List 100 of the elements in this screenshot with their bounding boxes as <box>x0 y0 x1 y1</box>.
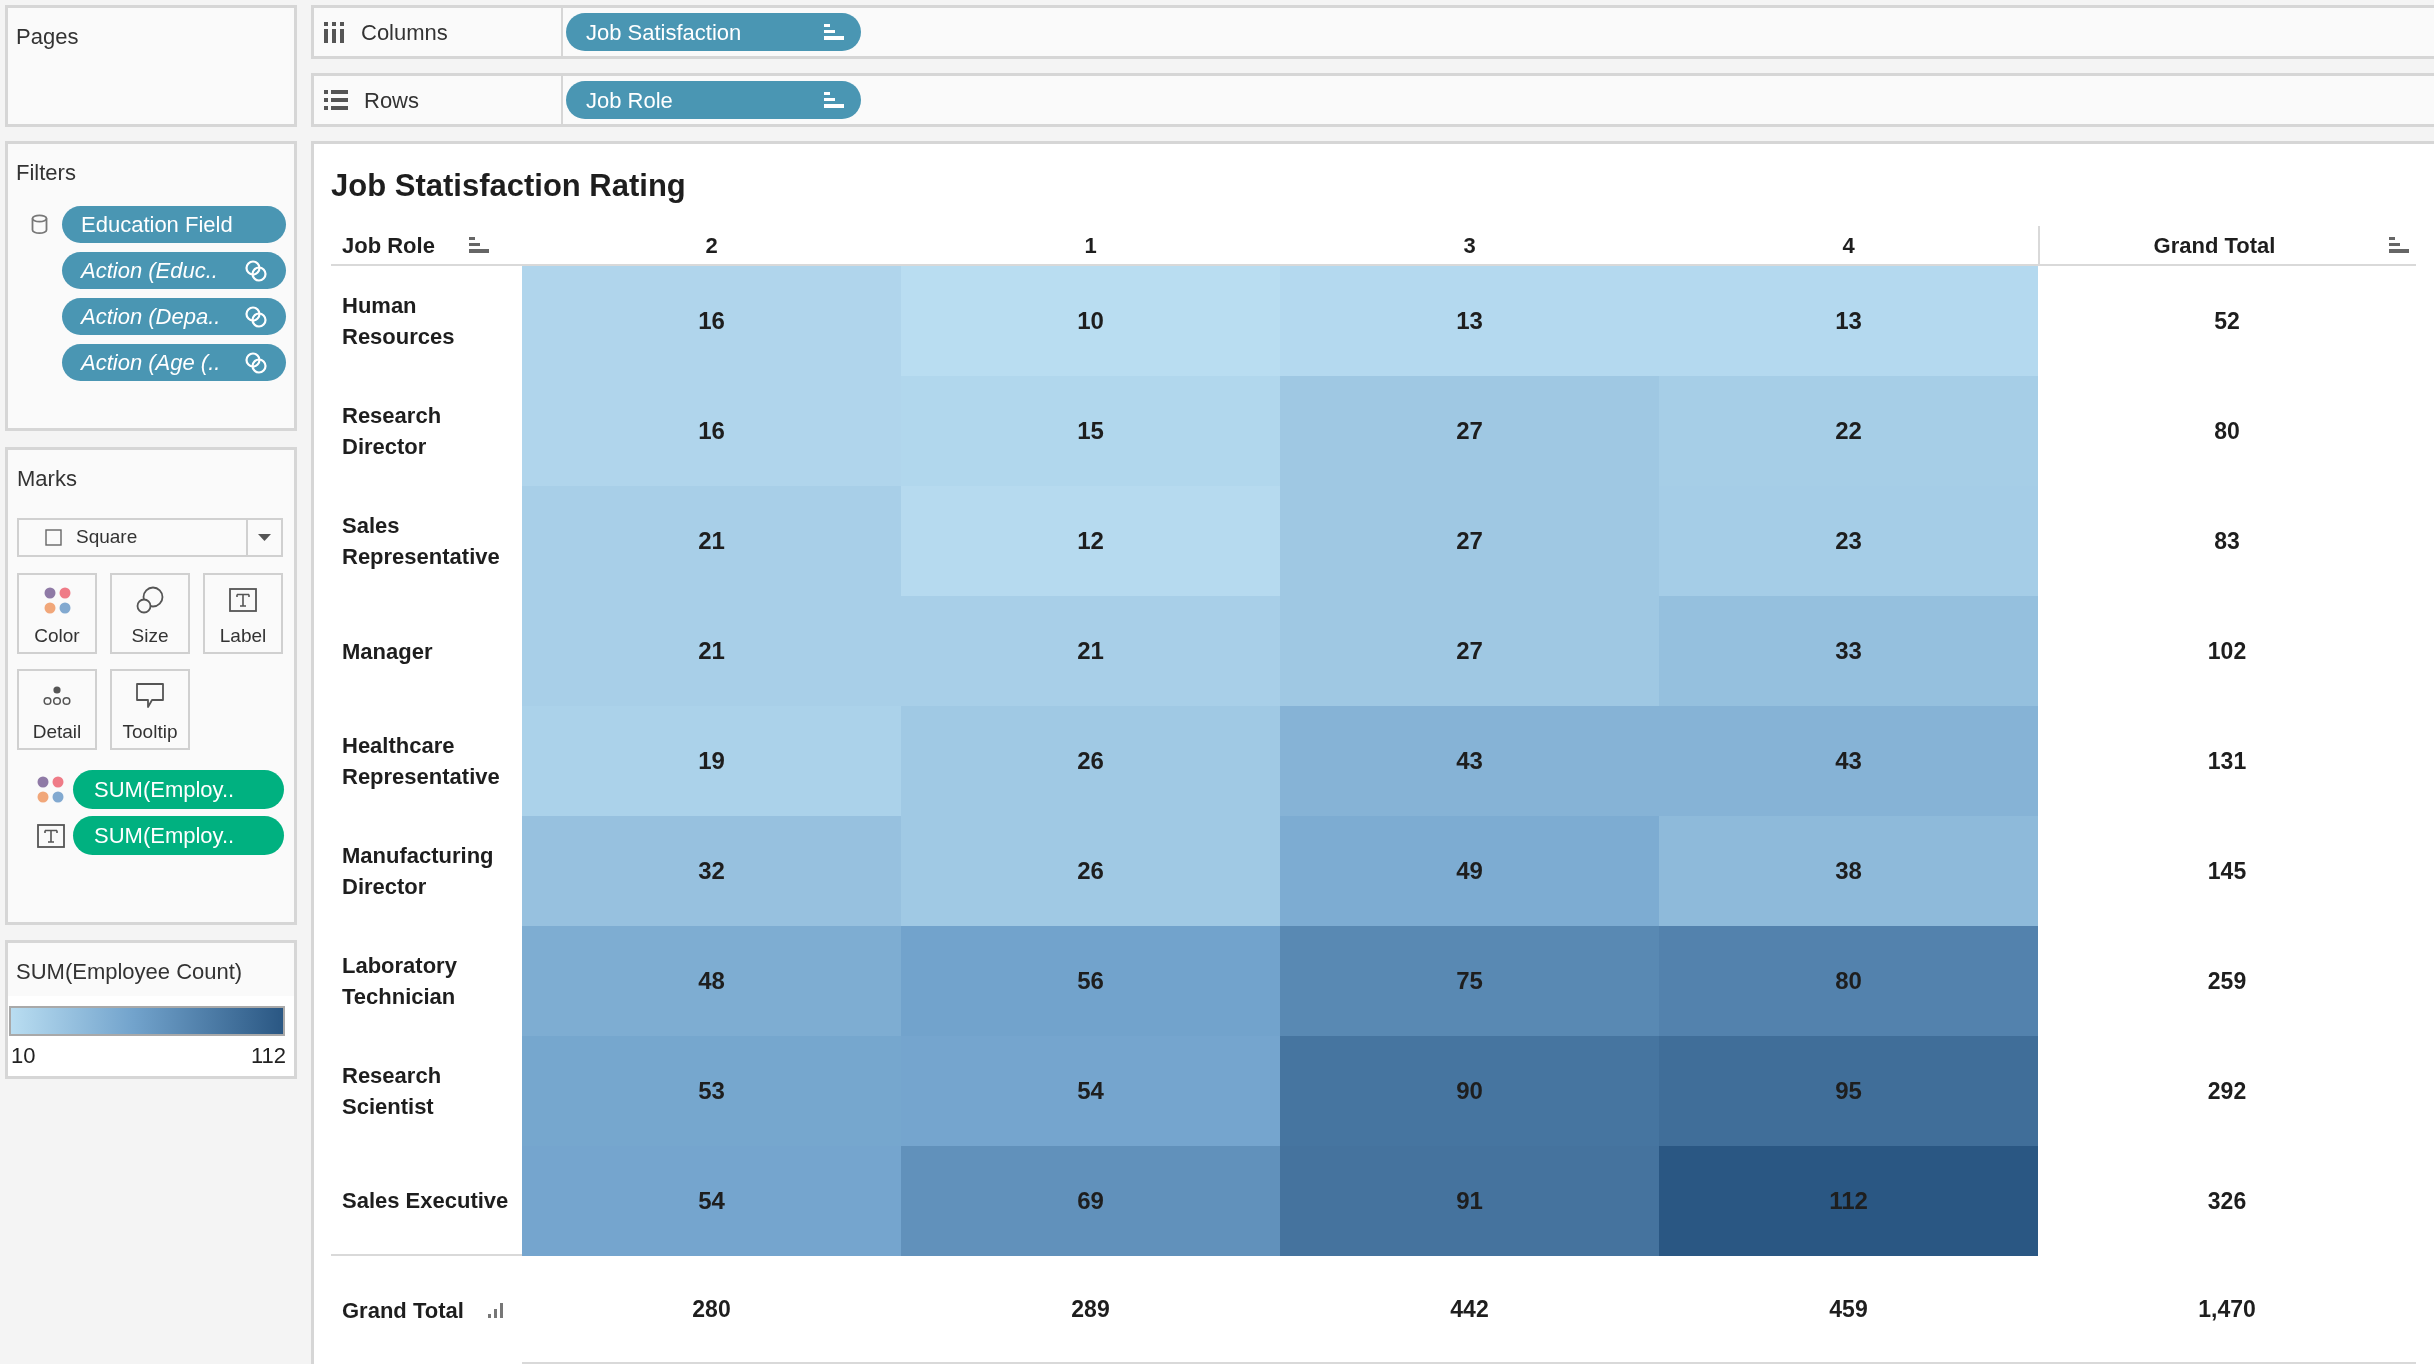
circles-icon <box>136 586 164 614</box>
data-label: 26 <box>1077 747 1104 774</box>
mark-type-dropdown[interactable]: Square <box>17 518 283 557</box>
data-label: 12 <box>1077 527 1104 554</box>
total-value: 83 <box>2214 526 2240 556</box>
row-header: Manufacturing Director <box>342 842 495 901</box>
sort-icon[interactable] <box>2389 236 2409 254</box>
caret-icon[interactable] <box>258 534 271 541</box>
row-header: Sales Executive <box>342 1186 509 1215</box>
data-label: 49 <box>1456 857 1483 884</box>
data-label: 21 <box>698 527 725 554</box>
data-label: 27 <box>1456 417 1483 444</box>
column-header: 1 <box>1084 231 1097 260</box>
total-value: 259 <box>2207 966 2247 996</box>
label-button[interactable]: Label <box>203 573 283 654</box>
total-value: 280 <box>692 1294 731 1324</box>
dots-icon <box>43 686 71 706</box>
shelf-label: Columns <box>361 18 448 47</box>
field-pill[interactable]: SUM(Employ.. <box>73 770 284 809</box>
shelf-label: Rows <box>364 86 419 115</box>
card-title: Marks <box>17 465 78 493</box>
sort-icon[interactable] <box>824 23 844 41</box>
detail-button[interactable]: Detail <box>17 669 97 750</box>
column-header: 3 <box>1463 231 1476 260</box>
row-header: Human Resources <box>342 292 456 351</box>
link-icon <box>245 305 267 328</box>
data-label: 54 <box>698 1187 725 1214</box>
column-header: Grand Total <box>2153 231 2276 260</box>
data-label: 95 <box>1835 1077 1862 1104</box>
card-title: SUM(Employee Count) <box>15 958 244 986</box>
data-label: 22 <box>1835 417 1862 444</box>
total-value: 292 <box>2207 1076 2247 1106</box>
sort-icon[interactable] <box>468 236 489 254</box>
total-value: 145 <box>2207 856 2247 886</box>
row-header: Sales Representative <box>342 512 501 571</box>
row-header: Research Scientist <box>342 1062 443 1121</box>
data-label: 27 <box>1456 637 1483 664</box>
data-label: 54 <box>1077 1077 1104 1104</box>
axis-label: Job Role <box>342 231 435 260</box>
card-title: Filters <box>16 159 77 187</box>
total-value: 442 <box>1450 1294 1489 1324</box>
card-title: Pages <box>16 23 80 51</box>
filter-pill[interactable]: Action (Age (.. <box>62 344 286 381</box>
data-label: 38 <box>1835 857 1862 884</box>
columns-icon <box>324 21 345 43</box>
data-label: 69 <box>1077 1187 1104 1214</box>
field-pill[interactable]: SUM(Employ.. <box>73 816 284 855</box>
column-header: 2 <box>705 231 718 260</box>
data-label: 19 <box>698 747 725 774</box>
data-label: 21 <box>1077 637 1104 664</box>
data-label: 43 <box>1835 747 1862 774</box>
data-label: 80 <box>1835 967 1862 994</box>
data-label: 13 <box>1835 307 1862 334</box>
filter-pill[interactable]: Action (Depa.. <box>62 298 286 335</box>
data-label: 15 <box>1077 417 1104 444</box>
field-pill[interactable]: Job Satisfaction <box>566 13 861 51</box>
data-label: 16 <box>698 417 725 444</box>
data-label: 56 <box>1077 967 1104 994</box>
data-label: 16 <box>698 307 725 334</box>
data-label: 26 <box>1077 857 1104 884</box>
bar-chart-icon[interactable] <box>487 1302 503 1318</box>
link-icon <box>245 351 267 374</box>
data-label: 10 <box>1077 307 1104 334</box>
total-value: 459 <box>1829 1294 1868 1324</box>
row-header: Research Director <box>342 402 443 461</box>
size-button[interactable]: Size <box>110 573 190 654</box>
row-header: Laboratory Technician <box>342 952 458 1011</box>
data-label: 90 <box>1456 1077 1483 1104</box>
data-label: 33 <box>1835 637 1862 664</box>
data-label: 32 <box>698 857 725 884</box>
list-icon <box>324 90 348 110</box>
sort-icon[interactable] <box>824 91 844 109</box>
total-value: 102 <box>2207 636 2247 666</box>
color-dots-icon <box>43 586 71 614</box>
square-icon <box>45 529 62 546</box>
filter-pill[interactable]: Education Field <box>62 206 286 243</box>
data-label: 53 <box>698 1077 725 1104</box>
data-label: 112 <box>1829 1187 1868 1214</box>
tooltip-button[interactable]: Tooltip <box>110 669 190 750</box>
data-label: 21 <box>698 637 725 664</box>
legend-max-label: 112 <box>250 1043 286 1069</box>
row-header: Manager <box>342 637 433 666</box>
color-button[interactable]: Color <box>17 573 97 654</box>
data-label: 91 <box>1456 1187 1483 1214</box>
total-value: 1,470 <box>2198 1294 2256 1324</box>
legend-min-label: 10 <box>11 1043 36 1069</box>
sheet-title: Job Statisfaction Rating <box>331 167 687 205</box>
total-label: Grand Total <box>342 1296 464 1325</box>
data-label: 27 <box>1456 527 1483 554</box>
field-pill[interactable]: Job Role <box>566 81 861 119</box>
filter-pill[interactable]: Action (Educ.. <box>62 252 286 289</box>
text-label-icon <box>229 588 257 612</box>
data-label: 23 <box>1835 527 1862 554</box>
data-label: 48 <box>698 967 725 994</box>
total-value: 80 <box>2214 416 2240 446</box>
link-icon <box>245 259 267 282</box>
total-value: 326 <box>2207 1186 2247 1216</box>
color-dots-icon <box>37 776 64 803</box>
database-icon <box>31 214 48 235</box>
total-value: 131 <box>2207 746 2247 776</box>
